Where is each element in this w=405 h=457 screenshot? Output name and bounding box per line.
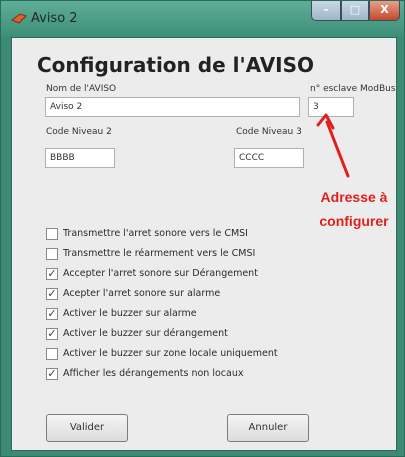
- app-icon: [11, 13, 27, 24]
- name-field[interactable]: Aviso 2: [45, 97, 300, 117]
- option-label: Activer le buzzer sur dérangement: [63, 328, 228, 339]
- page-title: Configuration de l'AVISO: [37, 53, 315, 77]
- checkbox[interactable]: [46, 248, 58, 260]
- validate-button[interactable]: Valider: [46, 414, 128, 442]
- modbus-label: n° esclave ModBus: [310, 84, 396, 94]
- option-label: Transmettre le réarmement vers le CMSI: [63, 248, 256, 259]
- minimize-button[interactable]: –: [311, 1, 341, 21]
- checkbox[interactable]: [46, 228, 58, 240]
- close-button[interactable]: X: [369, 1, 400, 21]
- close-icon: X: [380, 3, 389, 16]
- annotation-callout: Adresse à configurer: [303, 185, 405, 233]
- level2-field[interactable]: BBBB: [45, 148, 115, 168]
- cancel-button[interactable]: Annuler: [227, 414, 309, 442]
- level3-field[interactable]: CCCC: [234, 148, 304, 168]
- maximize-icon: □: [349, 3, 361, 16]
- option-label: Transmettre l'arret sonore vers le CMSI: [63, 228, 248, 239]
- checkmark-icon[interactable]: ✓: [46, 368, 58, 380]
- minimize-icon: –: [323, 3, 329, 16]
- option-label: Acepter l'arret sonore sur alarme: [63, 288, 221, 299]
- checkmark-icon[interactable]: ✓: [46, 328, 58, 340]
- checkmark-icon[interactable]: ✓: [46, 308, 58, 320]
- checkmark-icon[interactable]: ✓: [46, 268, 58, 280]
- modbus-field[interactable]: 3: [308, 97, 354, 117]
- option-label: Accepter l'arret sonore sur Dérangement: [63, 268, 258, 279]
- title-bar[interactable]: Aviso 2 – □ X: [1, 1, 404, 37]
- checkbox[interactable]: [46, 348, 58, 360]
- option-label: Activer le buzzer sur zone locale unique…: [63, 348, 278, 359]
- level2-label: Code Niveau 2: [46, 127, 112, 137]
- option-label: Afficher les dérangements non locaux: [63, 368, 244, 379]
- option-label: Activer le buzzer sur alarme: [63, 308, 197, 319]
- maximize-button[interactable]: □: [341, 1, 369, 21]
- name-label: Nom de l'AVISO: [46, 84, 117, 94]
- checkmark-icon[interactable]: ✓: [46, 288, 58, 300]
- annotation-line2: configurer: [319, 213, 389, 229]
- window-title: Aviso 2: [31, 11, 78, 26]
- level3-label: Code Niveau 3: [236, 127, 302, 137]
- annotation-line1: Adresse à: [320, 189, 388, 205]
